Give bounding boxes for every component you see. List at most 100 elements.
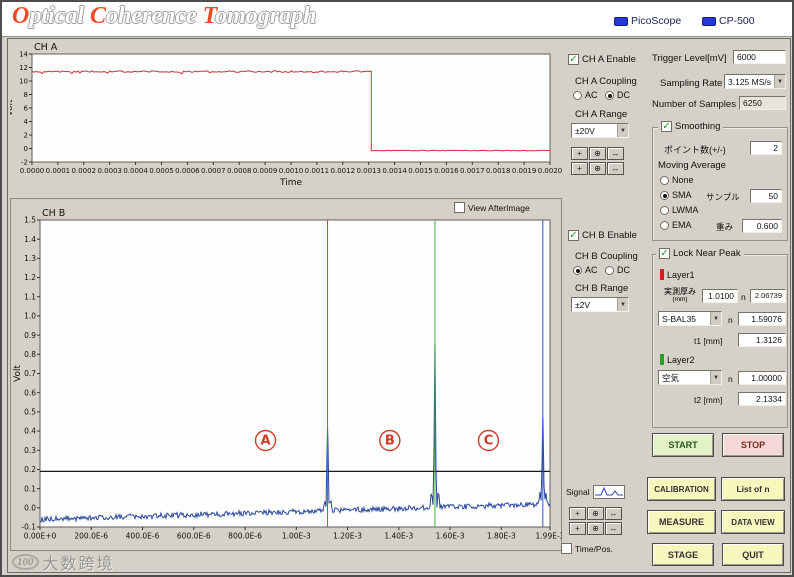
n2-value: 1.59076 (738, 312, 786, 326)
cha-ac-label: AC (585, 90, 598, 100)
t2-value: 2.1334 (738, 392, 786, 406)
svg-text:4: 4 (24, 118, 29, 126)
chb-coupling-dc-radio[interactable]: DC (605, 265, 630, 275)
trigger-level-input[interactable]: 6000 (733, 50, 786, 64)
list-of-n-button[interactable]: List of n (721, 477, 785, 501)
title-text: ptical (29, 3, 90, 29)
n1-label: n (741, 292, 746, 302)
quit-button[interactable]: QUIT (722, 543, 784, 566)
signal-legend: Signal (566, 485, 625, 499)
t2-label: t2 [mm] (694, 395, 722, 405)
pan-tool-button[interactable]: ↔ (605, 522, 622, 535)
measured-thickness-input[interactable]: 1.0100 (702, 289, 738, 303)
ma-none-radio[interactable]: None (660, 175, 694, 185)
checkbox-icon: ✓ (568, 54, 579, 65)
smoothing-label: Smoothing (675, 121, 720, 132)
time-pos-checkbox[interactable]: ✓ Time/Pos. (561, 543, 613, 554)
svg-text:1.3: 1.3 (24, 254, 36, 263)
medium-value: 空気 (659, 372, 710, 384)
svg-text:-2: -2 (21, 158, 28, 166)
svg-text:0.00E+0: 0.00E+0 (24, 532, 57, 541)
chb-range-select[interactable]: ±2V ▼ (571, 297, 629, 312)
svg-text:0.2: 0.2 (24, 465, 36, 474)
title-text: oherence (106, 3, 203, 29)
stop-button[interactable]: STOP (722, 433, 784, 457)
svg-text:0.0013: 0.0013 (356, 167, 381, 175)
medium-select[interactable]: 空気 ▼ (658, 370, 722, 385)
sampling-rate-label: Sampling Rate (660, 78, 722, 89)
cha-enable-checkbox[interactable]: ✓ CH A Enable (568, 54, 636, 65)
app-title: Optical Coherence Tomograph (12, 3, 317, 30)
data-view-button[interactable]: DATA VIEW (721, 510, 785, 534)
layer2-legend: Layer2 (660, 354, 695, 365)
lock-near-peak-label: Lock Near Peak (673, 248, 741, 259)
svg-text:200.0E-6: 200.0E-6 (74, 532, 108, 541)
layer1-color-icon (660, 269, 664, 280)
start-button[interactable]: START (652, 433, 714, 457)
svg-text:400.0E-6: 400.0E-6 (126, 532, 160, 541)
pan-tool-button[interactable]: ↔ (605, 507, 622, 520)
cursor-tool-button[interactable]: + (571, 162, 588, 175)
chb-graph-palette-row1: + ⊕ ↔ (569, 507, 622, 520)
svg-text:CH B: CH B (42, 208, 65, 219)
title-accent: O (12, 3, 29, 29)
measure-button[interactable]: MEASURE (647, 510, 716, 534)
cursor-tool-button[interactable]: + (569, 522, 586, 535)
weight-input[interactable]: 0.600 (742, 219, 782, 233)
view-afterimage-checkbox[interactable]: ✓ View AfterImage (454, 202, 530, 213)
signal-label: Signal (566, 487, 590, 497)
svg-text:2: 2 (24, 131, 28, 139)
chb-chart[interactable]: CH B1.51.41.31.21.11.00.90.80.70.60.50.4… (10, 198, 562, 566)
cha-coupling-dc-radio[interactable]: DC (605, 90, 630, 100)
zoom-tool-button[interactable]: ⊕ (589, 162, 606, 175)
cha-coupling-ac-radio[interactable]: AC (573, 90, 598, 100)
n3-value: 1.00000 (738, 371, 786, 385)
checkbox-icon: ✓ (661, 121, 672, 132)
signal-plot-style-icon[interactable] (593, 485, 625, 499)
svg-text:0.0007: 0.0007 (201, 167, 226, 175)
zoom-tool-button[interactable]: ⊕ (587, 507, 604, 520)
svg-text:0.0000: 0.0000 (20, 167, 45, 175)
points-input[interactable]: 2 (750, 141, 782, 155)
svg-text:-0.1: -0.1 (21, 523, 36, 532)
pan-tool-button[interactable]: ↔ (607, 162, 624, 175)
sampling-rate-select[interactable]: 3.125 MS/s ▼ (724, 74, 786, 89)
chevron-down-icon: ▼ (617, 124, 628, 137)
chb-coupling-ac-radio[interactable]: AC (573, 265, 598, 275)
ma-none-label: None (672, 175, 694, 185)
cursor-tool-button[interactable]: + (569, 507, 586, 520)
sample-count-input[interactable]: 50 (750, 189, 782, 203)
calibration-button[interactable]: CALIBRATION (647, 477, 716, 501)
ma-lwma-radio[interactable]: LWMA (660, 205, 698, 215)
svg-text:1.00E-3: 1.00E-3 (282, 532, 311, 541)
chevron-down-icon: ▼ (710, 312, 721, 325)
chb-enable-checkbox[interactable]: ✓ CH B Enable (568, 230, 637, 241)
cha-range-select[interactable]: ±20V ▼ (571, 123, 629, 138)
svg-text:0.0020: 0.0020 (538, 167, 562, 175)
lock-near-peak-checkbox[interactable]: ✓ Lock Near Peak (656, 248, 744, 259)
cha-chart[interactable]: CH A14121086420-20.00000.00010.00020.000… (10, 40, 562, 198)
smoothing-checkbox[interactable]: ✓ Smoothing (658, 121, 723, 132)
radio-icon (660, 221, 669, 230)
title-accent: C (90, 3, 106, 29)
pan-tool-button[interactable]: ↔ (607, 147, 624, 160)
zoom-tool-button[interactable]: ⊕ (589, 147, 606, 160)
radio-icon (660, 206, 669, 215)
cursor-tool-button[interactable]: + (571, 147, 588, 160)
ma-ema-label: EMA (672, 220, 692, 230)
radio-icon (573, 266, 582, 275)
svg-text:CH A: CH A (34, 42, 58, 53)
svg-text:14: 14 (19, 50, 28, 58)
ma-ema-radio[interactable]: EMA (660, 220, 692, 230)
stage-button[interactable]: STAGE (652, 543, 714, 566)
zoom-tool-button[interactable]: ⊕ (587, 522, 604, 535)
ma-sma-radio[interactable]: SMA (660, 190, 692, 200)
chb-range-label: CH B Range (575, 283, 628, 294)
layer1-legend: Layer1 (660, 269, 695, 280)
svg-text:1.0: 1.0 (24, 312, 36, 321)
glass-select[interactable]: S-BAL35 ▼ (658, 311, 722, 326)
t1-value: 1.3126 (738, 333, 786, 347)
layer2-color-icon (660, 354, 664, 365)
points-label: ポイント数(+/-) (664, 143, 726, 156)
watermark: 100 大数跨境 (12, 550, 115, 574)
